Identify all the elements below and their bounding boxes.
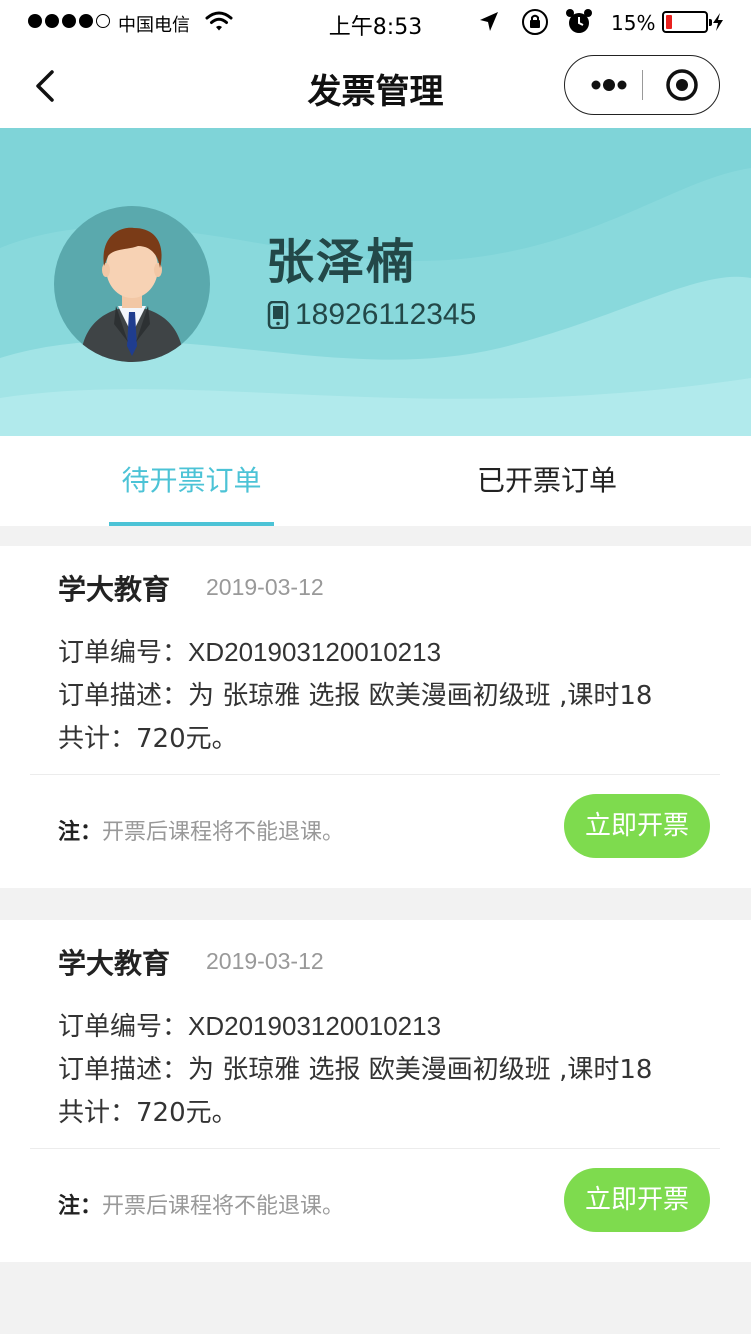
battery-percent: 15% bbox=[611, 11, 656, 35]
issue-invoice-button[interactable]: 立即开票 bbox=[564, 1168, 710, 1232]
tab-issued-label: 已开票订单 bbox=[476, 464, 617, 497]
avatar-man-icon bbox=[80, 227, 184, 362]
order-date: 2019-03-12 bbox=[206, 574, 324, 600]
order-card: 学大教育 2019-03-12 订单编号：XD201903120010213 订… bbox=[0, 920, 751, 1262]
close-target-icon[interactable] bbox=[653, 56, 711, 114]
status-bar: 中国电信 上午8:53 15% bbox=[0, 0, 751, 44]
order-note: 注：开票后课程将不能退课。 bbox=[58, 1188, 344, 1220]
order-total-row: 共计：720元。 bbox=[58, 718, 238, 755]
order-total: 720元。 bbox=[136, 724, 238, 754]
tab-issued-orders[interactable]: 已开票订单 bbox=[462, 436, 632, 526]
avatar bbox=[54, 206, 210, 362]
order-desc-row: 订单描述：为 张琼雅 选报 欧美漫画初级班 ,课时18 bbox=[58, 675, 652, 712]
order-number-row: 订单编号：XD201903120010213 bbox=[58, 1006, 441, 1043]
capsule-divider bbox=[642, 70, 643, 100]
note-text: 开票后课程将不能退课。 bbox=[102, 1194, 345, 1219]
nav-bar: 发票管理 bbox=[0, 44, 751, 128]
location-arrow-icon bbox=[480, 12, 498, 31]
order-number-label: 订单编号： bbox=[58, 1012, 189, 1042]
phone-icon bbox=[267, 301, 289, 329]
order-total-label: 共计： bbox=[58, 724, 137, 754]
order-tabs: 待开票订单 已开票订单 bbox=[0, 436, 751, 526]
tab-pending-orders[interactable]: 待开票订单 bbox=[109, 436, 274, 526]
order-total-row: 共计：720元。 bbox=[58, 1092, 238, 1129]
order-number: XD201903120010213 bbox=[188, 1011, 442, 1041]
order-org: 学大教育 bbox=[58, 947, 171, 980]
order-total-label: 共计： bbox=[58, 1098, 137, 1128]
more-dots-icon[interactable] bbox=[583, 56, 641, 114]
order-total: 720元。 bbox=[136, 1098, 238, 1128]
note-label: 注： bbox=[58, 820, 103, 845]
order-desc: 为 张琼雅 选报 欧美漫画初级班 ,课时18 bbox=[188, 1055, 653, 1085]
battery-icon bbox=[662, 11, 712, 33]
profile-header: 张泽楠 18926112345 bbox=[0, 128, 751, 436]
user-phone: 18926112345 bbox=[295, 298, 477, 331]
order-desc-label: 订单描述： bbox=[58, 681, 189, 711]
mini-program-capsule bbox=[564, 55, 720, 115]
note-label: 注： bbox=[58, 1194, 103, 1219]
note-text: 开票后课程将不能退课。 bbox=[102, 820, 345, 845]
order-desc-row: 订单描述：为 张琼雅 选报 欧美漫画初级班 ,课时18 bbox=[58, 1049, 652, 1086]
card-divider bbox=[30, 774, 720, 775]
order-card: 学大教育 2019-03-12 订单编号：XD201903120010213 订… bbox=[0, 546, 751, 888]
charging-bolt-icon bbox=[713, 13, 723, 31]
tab-pending-label: 待开票订单 bbox=[121, 464, 262, 497]
order-number-label: 订单编号： bbox=[58, 638, 189, 668]
alarm-clock-icon bbox=[566, 9, 592, 33]
user-name: 张泽楠 bbox=[266, 234, 417, 290]
order-desc-label: 订单描述： bbox=[58, 1055, 189, 1085]
order-desc: 为 张琼雅 选报 欧美漫画初级班 ,课时18 bbox=[188, 681, 653, 711]
order-date: 2019-03-12 bbox=[206, 948, 324, 974]
issue-invoice-button[interactable]: 立即开票 bbox=[564, 794, 710, 858]
rotation-lock-icon bbox=[522, 9, 548, 35]
phone-row: 18926112345 bbox=[267, 298, 476, 332]
order-number: XD201903120010213 bbox=[188, 637, 442, 667]
order-number-row: 订单编号：XD201903120010213 bbox=[58, 632, 441, 669]
order-note: 注：开票后课程将不能退课。 bbox=[58, 814, 344, 846]
card-divider bbox=[30, 1148, 720, 1149]
tab-active-underline bbox=[109, 522, 274, 526]
order-org: 学大教育 bbox=[58, 573, 171, 606]
